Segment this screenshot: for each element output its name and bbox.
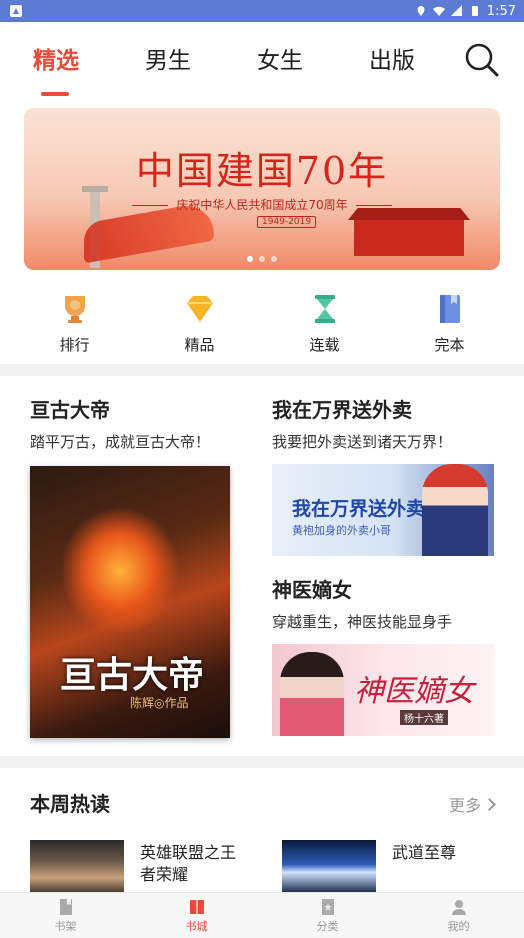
wifi-icon <box>432 6 445 16</box>
category-premium[interactable]: 精品 <box>145 292 255 364</box>
cover-title: 神医嫡女 <box>354 674 474 709</box>
banner-date: 1949-2019 <box>257 216 317 228</box>
book-title: 神医嫡女 <box>272 578 352 602</box>
cover-subtitle: 黄袍加身的外卖小哥 <box>292 524 391 537</box>
more-link[interactable]: 更多 <box>449 792 494 816</box>
user-icon <box>451 899 466 915</box>
featured-book-big[interactable]: 亘古大帝 踏平万古，成就亘古大帝！ 亘古大帝 陈辉◎作品 <box>30 394 240 738</box>
category-label: 连载 <box>309 336 340 354</box>
tab-female[interactable]: 女生 <box>224 22 336 100</box>
category-ranking[interactable]: 排行 <box>20 292 130 364</box>
carousel-dots <box>24 256 500 262</box>
tiananmen-graphic <box>354 220 464 256</box>
status-right: 1:57 <box>415 4 516 19</box>
bottom-nav: 书架 书城 分类 我的 <box>0 892 524 938</box>
book-title: 我在万界送外卖 <box>272 398 412 422</box>
top-tabs: 精选 男生 女生 出版 <box>0 22 524 100</box>
nav-label: 我的 <box>447 919 470 933</box>
category-label: 完本 <box>434 336 465 354</box>
signal-icon <box>450 5 462 16</box>
banner-title: 中国建国70年 <box>135 149 389 193</box>
notification-icon <box>10 5 22 17</box>
book-cover[interactable]: 我在万界送外卖 黄袍加身的外卖小哥 <box>272 464 494 556</box>
nav-label: 分类 <box>316 919 339 933</box>
featured-section: 亘古大帝 踏平万古，成就亘古大帝！ 亘古大帝 陈辉◎作品 我在万界送外卖 我要把… <box>0 376 524 756</box>
section-title: 本周热读 <box>30 792 110 816</box>
nav-bookstore[interactable]: 书城 <box>131 893 262 938</box>
trophy-icon <box>64 296 85 323</box>
tab-publish[interactable]: 出版 <box>336 22 448 100</box>
category-label: 排行 <box>59 336 90 354</box>
book-icon <box>439 295 460 323</box>
tab-male[interactable]: 男生 <box>112 22 224 100</box>
weekly-item[interactable]: 武道至尊 <box>282 840 492 894</box>
bookstore-icon <box>189 899 204 914</box>
book-thumb[interactable] <box>30 840 124 894</box>
location-icon <box>417 6 425 16</box>
cover-title: 亘古大帝 <box>60 654 205 696</box>
book-name: 武道至尊 <box>392 843 457 862</box>
book-name: 英雄联盟之王者荣耀 <box>140 843 237 884</box>
book-cover[interactable]: 亘古大帝 陈辉◎作品 <box>30 466 230 738</box>
banner-subtitle: 庆祝中华人民共和国成立70周年 <box>24 196 500 213</box>
carousel-dot[interactable] <box>259 256 265 262</box>
diamond-icon <box>186 296 213 322</box>
nav-bookshelf[interactable]: 书架 <box>0 893 131 938</box>
book-title: 亘古大帝 <box>30 398 110 422</box>
cover-character-graphic <box>422 464 488 556</box>
category-serial[interactable]: 连载 <box>270 292 380 364</box>
book-desc: 穿越重生，神医技能显身手 <box>272 613 453 631</box>
bookshelf-icon <box>59 898 72 915</box>
book-desc: 踏平万古，成就亘古大帝！ <box>30 433 211 451</box>
status-time: 1:57 <box>486 3 516 19</box>
banner-carousel[interactable]: 中国建国70年 庆祝中华人民共和国成立70周年 1949-2019 <box>24 108 500 270</box>
book-desc: 我要把外卖送到诸天万界！ <box>272 433 453 451</box>
nav-category[interactable]: 分类 <box>262 893 393 938</box>
cover-character-graphic <box>280 652 344 736</box>
featured-right-column: 我在万界送外卖 我要把外卖送到诸天万界！ 我在万界送外卖 黄袍加身的外卖小哥 神… <box>272 394 502 736</box>
featured-book-3[interactable]: 神医嫡女 穿越重生，神医技能显身手 神医嫡女 杨十六著 <box>272 574 502 736</box>
hourglass-icon <box>314 295 335 323</box>
nav-label: 书架 <box>54 919 77 933</box>
carousel-dot[interactable] <box>247 256 253 262</box>
category-icon <box>321 898 334 915</box>
nav-label: 书城 <box>185 919 208 933</box>
category-row: 排行 精品 连载 完本 <box>0 292 524 364</box>
cover-fire-graphic <box>60 506 180 636</box>
nav-mine[interactable]: 我的 <box>393 893 524 938</box>
cover-author: 杨十六著 <box>400 710 448 725</box>
book-thumb[interactable] <box>282 840 376 894</box>
battery-icon <box>471 6 478 16</box>
cover-title: 我在万界送外卖 <box>292 498 426 520</box>
book-cover[interactable]: 神医嫡女 杨十六著 <box>272 644 494 736</box>
section-divider <box>0 364 524 376</box>
weekly-hot-section: 本周热读 更多 英雄联盟之王者荣耀 武道至尊 <box>0 768 524 894</box>
search-icon[interactable] <box>464 42 500 78</box>
category-finished[interactable]: 完本 <box>395 292 505 364</box>
status-bar: 1:57 <box>0 0 524 22</box>
category-label: 精品 <box>184 336 215 354</box>
cover-author: 陈辉◎作品 <box>130 696 189 710</box>
featured-book-2[interactable]: 我在万界送外卖 我要把外卖送到诸天万界！ 我在万界送外卖 黄袍加身的外卖小哥 <box>272 394 502 556</box>
weekly-item[interactable]: 英雄联盟之王者荣耀 <box>30 840 240 894</box>
section-divider <box>0 756 524 768</box>
tab-featured[interactable]: 精选 <box>0 22 112 100</box>
carousel-dot[interactable] <box>271 256 277 262</box>
